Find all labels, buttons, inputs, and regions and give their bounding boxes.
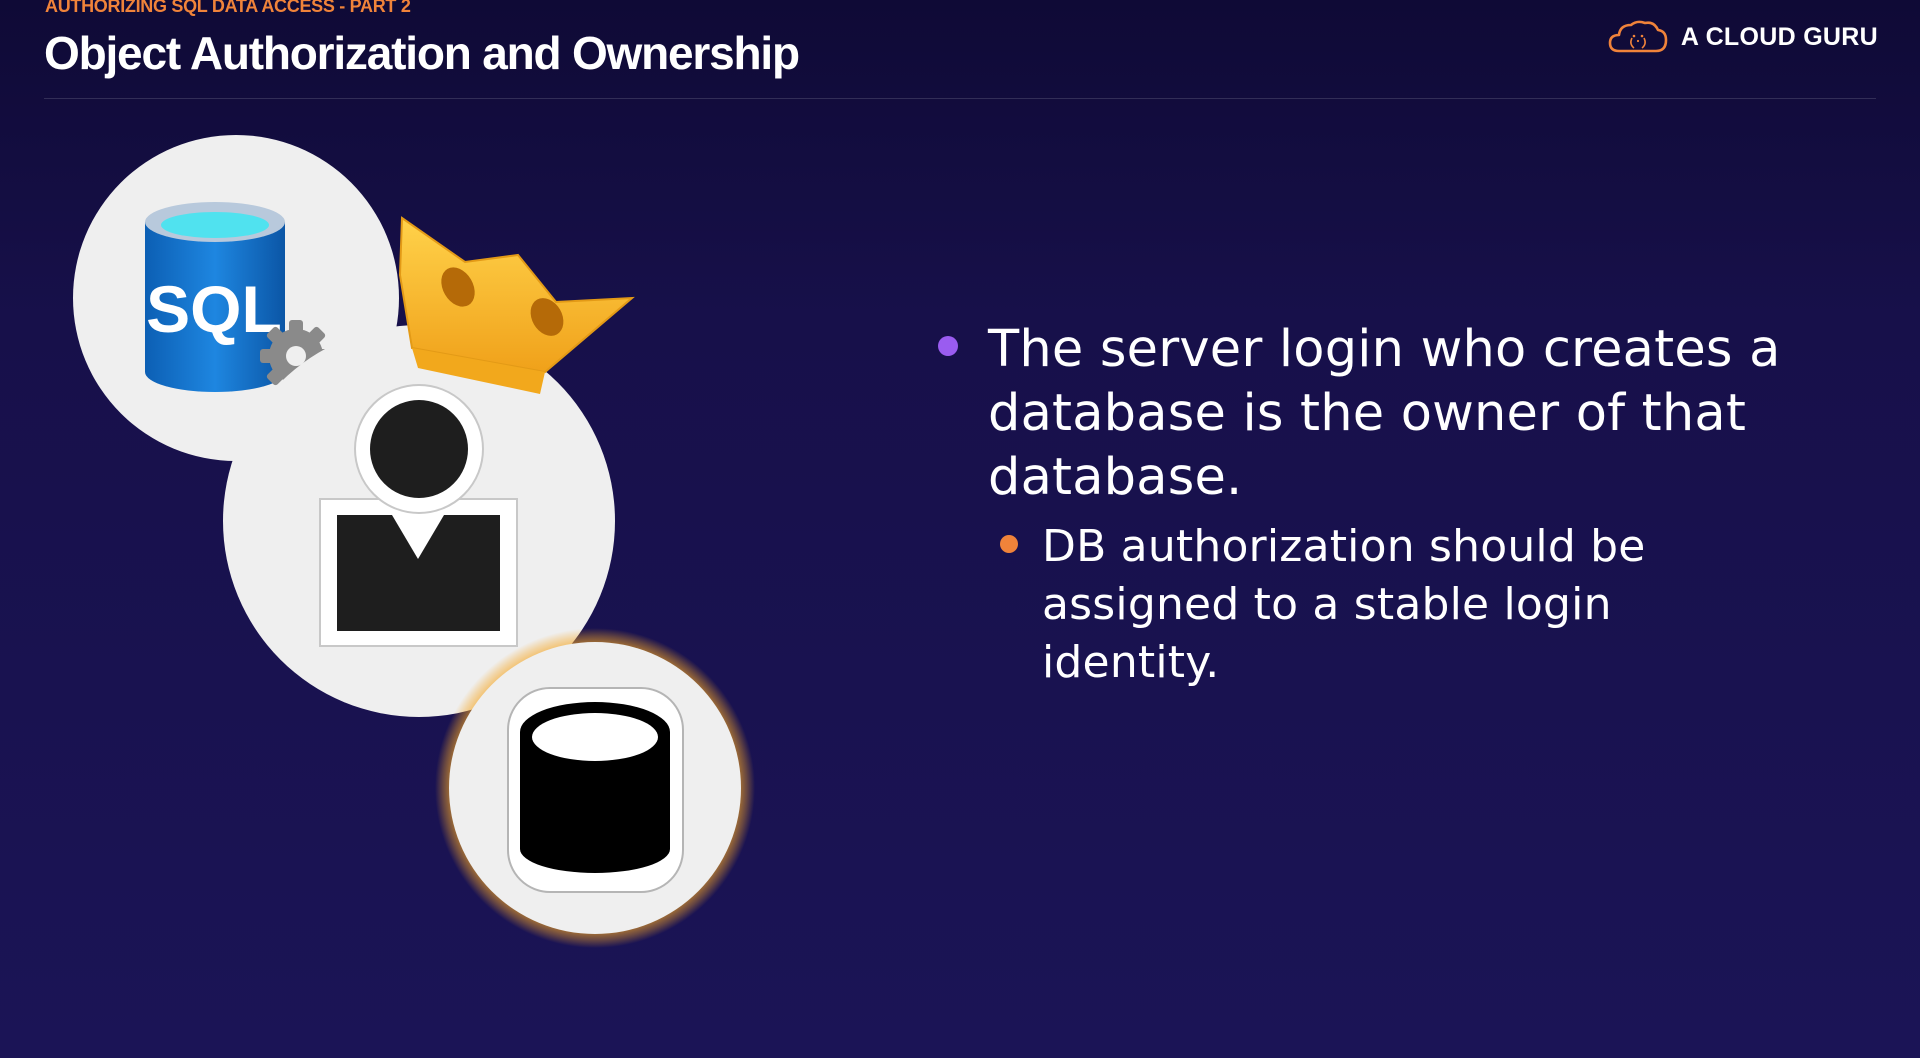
crown-icon [398,216,635,394]
bullet-item: The server login who creates a database … [930,318,1790,692]
bullet-list: The server login who creates a database … [930,318,1790,692]
cloud-icon [1608,20,1668,53]
bullet-marker [938,336,958,356]
sub-bullet-item: DB authorization should be assigned to a… [988,518,1790,692]
sql-badge-text: SQL [146,272,282,346]
brand-logo: A CLOUD GURU [1607,16,1878,58]
sub-bullet-marker [1000,535,1018,553]
brand-name: A CLOUD GURU [1680,22,1878,51]
sub-bullet-text: DB authorization should be assigned to a… [1042,521,1646,688]
sub-bullet-list: DB authorization should be assigned to a… [988,518,1790,692]
bullet-text: The server login who creates a database … [988,320,1781,507]
ownership-illustration: SQL [73,135,755,948]
database-icon [435,628,755,948]
